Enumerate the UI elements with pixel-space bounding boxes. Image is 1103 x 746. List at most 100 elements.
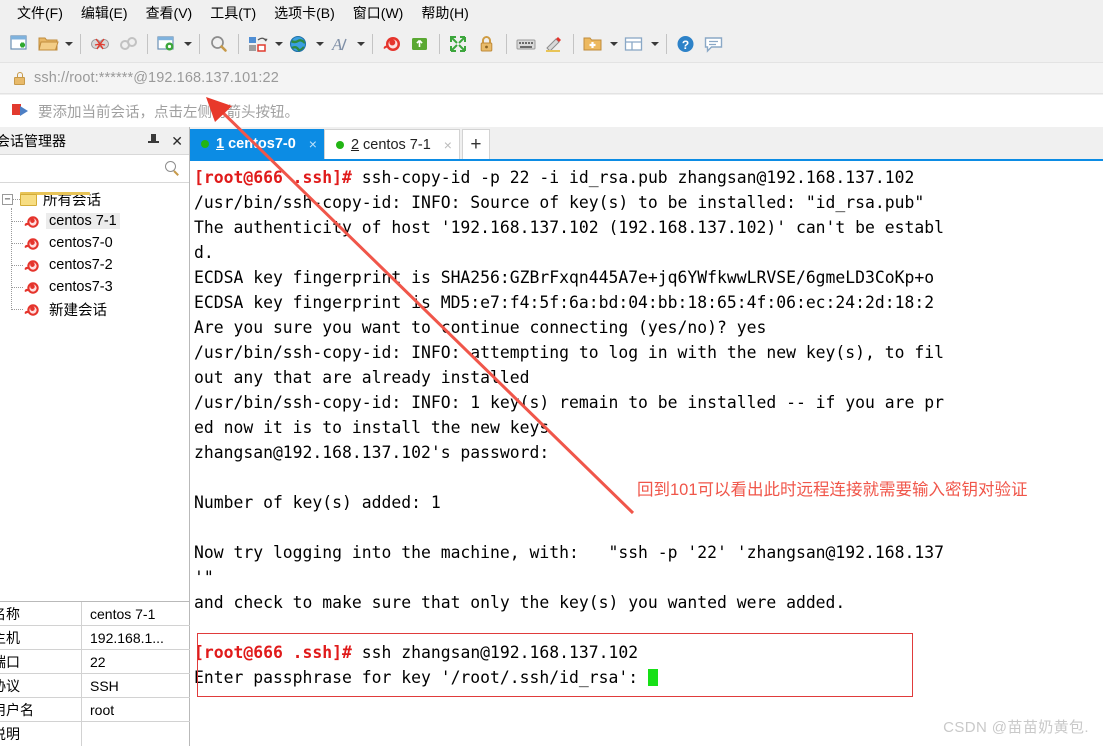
font-icon[interactable]: A [326, 30, 354, 58]
tree-connector [11, 242, 23, 244]
toolbar-divider [238, 34, 239, 54]
terminal-line: The authenticity of host '192.168.137.10… [194, 218, 944, 237]
tab-centos7-1[interactable]: 2 centos 7-1 × [323, 129, 460, 159]
menu-help[interactable]: 帮助(H) [412, 0, 477, 26]
snail-icon [23, 214, 41, 229]
session-item-label: centos 7-1 [46, 213, 120, 229]
session-item-centos7-0[interactable]: centos7-0 [0, 232, 189, 254]
toolbar-divider [147, 34, 148, 54]
table-row: 说明 [0, 722, 190, 746]
address-bar[interactable]: ssh://root:******@192.168.137.101:22 [0, 62, 1103, 94]
session-options-dropdown-icon[interactable] [181, 30, 194, 58]
toolbar-divider [506, 34, 507, 54]
tree-connector [11, 264, 23, 266]
table-row: 用户名 root [0, 698, 190, 722]
tree-children: centos 7-1 centos7-0 centos7-2 centos7-3… [0, 208, 189, 320]
collapse-expander-icon[interactable]: − [2, 193, 13, 205]
property-value: root [90, 701, 115, 718]
session-properties-table: 名称 centos 7-1 主机 192.168.1... 端口 22 协议 S… [0, 601, 190, 746]
terminal-line: Now try logging into the machine, with: … [194, 543, 944, 562]
help-icon[interactable]: ? [672, 30, 700, 58]
terminal-line: ECDSA key fingerprint is MD5:e7:f4:5f:6a… [194, 293, 935, 312]
globe-dropdown-icon[interactable] [313, 30, 326, 58]
open-folder-dropdown-icon[interactable] [62, 30, 75, 58]
pin-icon[interactable] [148, 134, 160, 148]
tab-centos7-0[interactable]: 1 centos7-0 × [190, 129, 324, 159]
property-key: 说明 [0, 722, 82, 746]
lock-icon[interactable] [473, 30, 501, 58]
menu-window[interactable]: 窗口(W) [344, 0, 413, 26]
terminal-line: zhangsan@192.168.137.102's password: [194, 443, 550, 462]
property-key: 用户名 [0, 698, 82, 721]
menu-tools[interactable]: 工具(T) [201, 0, 265, 26]
upload-icon[interactable] [406, 30, 434, 58]
snail-icon [23, 258, 41, 273]
menu-tabs[interactable]: 选项卡(B) [265, 0, 344, 26]
new-session-icon[interactable] [6, 30, 34, 58]
fullscreen-icon[interactable] [445, 30, 473, 58]
lock-icon [14, 71, 25, 85]
table-row: 端口 22 [0, 650, 190, 674]
session-item-centos7-3[interactable]: centos7-3 [0, 276, 189, 298]
transfer-dropdown-icon[interactable] [272, 30, 285, 58]
close-icon[interactable]: ✕ [171, 134, 183, 148]
session-item-label: centos7-3 [49, 279, 113, 295]
session-item-centos7-1[interactable]: centos 7-1 [0, 210, 189, 232]
search-icon[interactable] [205, 30, 233, 58]
toolbar-divider [666, 34, 667, 54]
table-row: 名称 centos 7-1 [0, 602, 190, 626]
session-search-bar[interactable] [0, 155, 189, 183]
tree-connector [11, 286, 23, 288]
highlighter-icon[interactable] [540, 30, 568, 58]
session-item-new-session[interactable]: 新建会话 [0, 298, 189, 320]
session-item-label: centos7-0 [49, 235, 113, 251]
chat-icon[interactable] [700, 30, 728, 58]
session-item-label: 新建会话 [49, 302, 107, 319]
hint-bar: 要添加当前会话，点击左侧的箭头按钮。 [0, 95, 1103, 127]
property-value: SSH [90, 677, 119, 694]
snail-icon [23, 236, 41, 251]
add-folder-dropdown-icon[interactable] [607, 30, 620, 58]
tree-connector [11, 308, 23, 310]
toolbar-divider [199, 34, 200, 54]
toolbar-divider [372, 34, 373, 54]
new-tab-button[interactable]: + [461, 129, 490, 159]
terminal-text: ssh-copy-id -p 22 -i id_rsa.pub zhangsan… [361, 168, 915, 187]
layout-icon[interactable] [620, 30, 648, 58]
tab-close-icon[interactable]: × [309, 136, 317, 152]
tab-bar: 1 centos7-0 × 2 centos 7-1 × + [190, 127, 1103, 159]
disconnect-icon[interactable] [86, 30, 114, 58]
menu-view[interactable]: 查看(V) [137, 0, 202, 26]
block-cursor [647, 669, 658, 686]
terminal-line: [root@666 .ssh]# ssh-copy-id -p 22 -i id… [194, 165, 1103, 190]
snail-icon[interactable] [378, 30, 406, 58]
shell-prompt: [root@666 .ssh]# [194, 643, 362, 662]
terminal-line: /usr/bin/ssh-copy-id: INFO: attempting t… [194, 343, 944, 362]
globe-icon[interactable] [285, 30, 313, 58]
terminal-line: ECDSA key fingerprint is SHA256:GZBrFxqn… [194, 268, 935, 287]
session-item-centos7-2[interactable]: centos7-2 [0, 254, 189, 276]
snail-icon [23, 280, 41, 295]
link-icon[interactable] [114, 30, 142, 58]
font-dropdown-icon[interactable] [354, 30, 367, 58]
menu-file[interactable]: 文件(F) [8, 0, 72, 26]
keyboard-icon[interactable] [512, 30, 540, 58]
tab-close-icon[interactable]: × [444, 137, 452, 153]
terminal-output[interactable]: [root@666 .ssh]# ssh-copy-id -p 22 -i id… [190, 159, 1103, 746]
hint-text: 要添加当前会话，点击左侧的箭头按钮。 [38, 104, 299, 121]
snail-icon [23, 302, 41, 317]
search-icon[interactable] [165, 161, 181, 177]
session-options-icon[interactable] [153, 30, 181, 58]
layout-dropdown-icon[interactable] [648, 30, 661, 58]
add-folder-icon[interactable] [579, 30, 607, 58]
open-folder-icon[interactable] [34, 30, 62, 58]
transfer-icon[interactable] [244, 30, 272, 58]
tab-number: 1 [216, 136, 225, 152]
menu-edit[interactable]: 编辑(E) [72, 0, 137, 26]
terminal-line: ed now it is to install the new keys [194, 418, 550, 437]
toolbar-divider [573, 34, 574, 54]
tree-root-all-sessions[interactable]: − 所有会话 [0, 188, 189, 210]
toolbar-divider [80, 34, 81, 54]
